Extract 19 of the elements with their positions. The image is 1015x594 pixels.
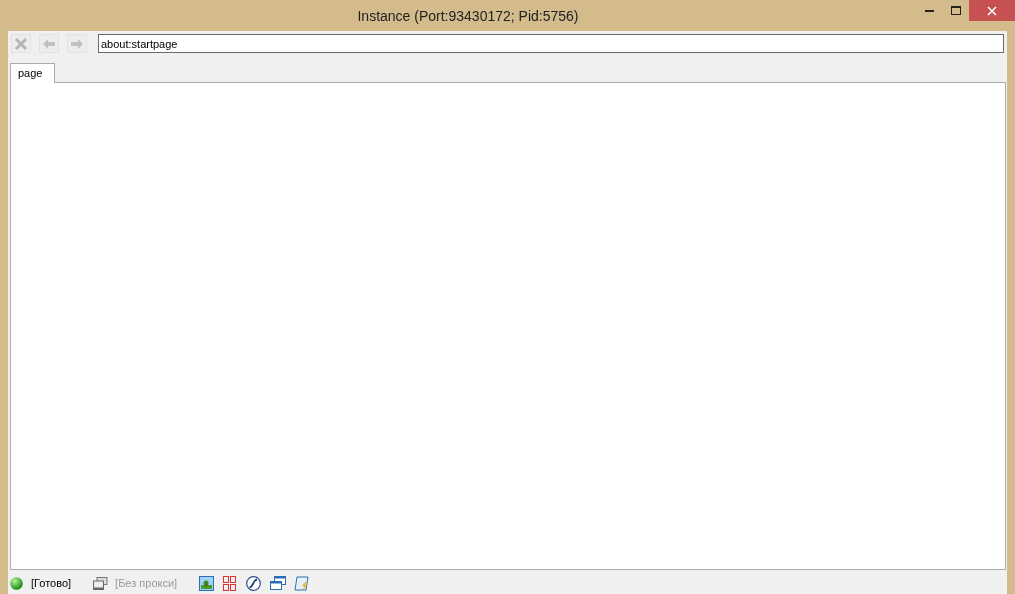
proxy-status: [Без прокси] <box>115 577 178 589</box>
address-field[interactable]: about:startpage <box>98 34 1004 53</box>
windows-icon[interactable] <box>270 576 287 590</box>
window-title: Instance (Port:93430172; Pid:5756) <box>356 7 580 24</box>
grid-icon[interactable] <box>223 575 237 591</box>
close-icon <box>987 5 997 16</box>
close-icon <box>14 36 28 51</box>
script-icon[interactable] <box>294 575 311 591</box>
close-button[interactable] <box>969 0 1015 21</box>
computer-icon <box>93 576 109 590</box>
status-text: [Готово] <box>31 577 72 589</box>
minimize-icon[interactable] <box>924 9 934 12</box>
image-icon[interactable] <box>199 575 215 591</box>
arrow-right-icon <box>70 37 84 50</box>
tab[interactable]: page <box>10 63 56 83</box>
flash-icon[interactable] <box>246 575 262 591</box>
arrow-left-icon <box>42 37 56 50</box>
status-dot-icon <box>10 576 23 590</box>
maximize-icon[interactable] <box>950 6 961 15</box>
